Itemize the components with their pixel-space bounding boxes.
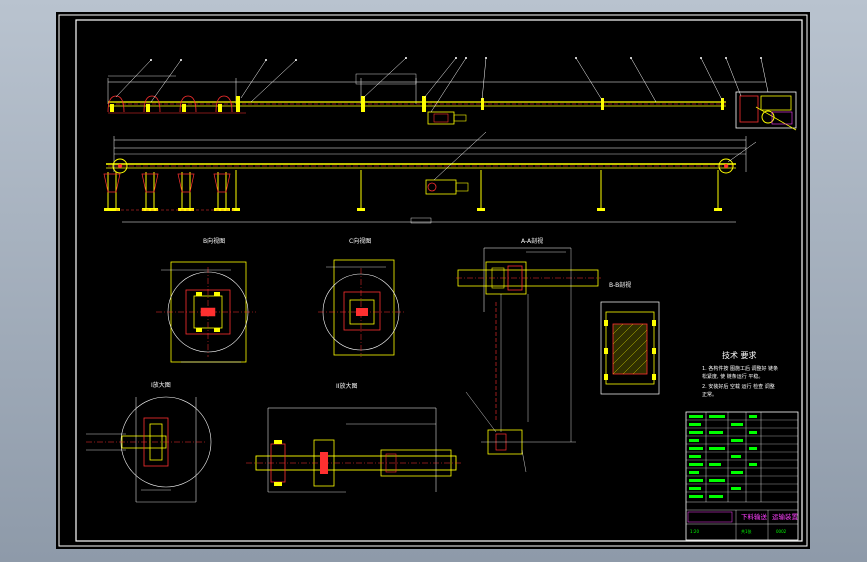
detail-bearing-view (465, 391, 576, 473)
notes-line-4: 正常。 (702, 391, 717, 398)
title-block-scale: 1:20 (690, 529, 699, 534)
label-detail-ii: II放大图 (336, 382, 358, 390)
notes-line-3: 2. 安装好后 空载 运行 检查 调整 (702, 383, 775, 390)
title-block-sheet: 共1张 (741, 528, 752, 534)
label-section-bb: B-B剖视 (609, 281, 631, 289)
notes-line-1: 1. 各构件按 图施工后 调整好 链条 (702, 365, 778, 372)
section-c-view: C向视图 (318, 237, 406, 357)
label-section-b: B向视图 (203, 237, 225, 245)
section-aa-view: A-A剖视 (456, 237, 601, 442)
section-ii-view: II放大图 (246, 382, 461, 493)
label-detail-i: I放大图 (151, 381, 171, 389)
cad-drawing: B向视图 C向视图 A-A剖视 B-B剖视 I放大图 II放大图 技术 要求 1… (58, 14, 808, 547)
notes-title: 技术 要求 (722, 350, 757, 360)
title-block-drawing-no: 0002 (776, 529, 787, 534)
cad-viewport[interactable]: B向视图 C向视图 A-A剖视 B-B剖视 I放大图 II放大图 技术 要求 1… (56, 12, 810, 549)
notes-line-2: 松紧度, 使 链条运行 平稳。 (702, 373, 763, 380)
section-bb-view: B-B剖视 (600, 281, 660, 395)
top-view (107, 57, 797, 131)
section-b-view: B向视图 (156, 237, 256, 363)
section-i-view: I放大图 (86, 381, 212, 503)
technical-notes: 技术 要求 1. 各构件按 图施工后 调整好 链条 松紧度, 使 链条运行 平稳… (702, 350, 778, 398)
label-section-aa: A-A剖视 (521, 237, 543, 245)
title-block: 下料输送 运输装置 1:20 共1张 0002 (685, 411, 799, 541)
front-view (103, 131, 757, 224)
title-block-drawing-title: 下料输送 (741, 512, 768, 521)
title-block-part-name: 运输装置 (772, 512, 799, 521)
label-section-c: C向视图 (349, 237, 371, 245)
